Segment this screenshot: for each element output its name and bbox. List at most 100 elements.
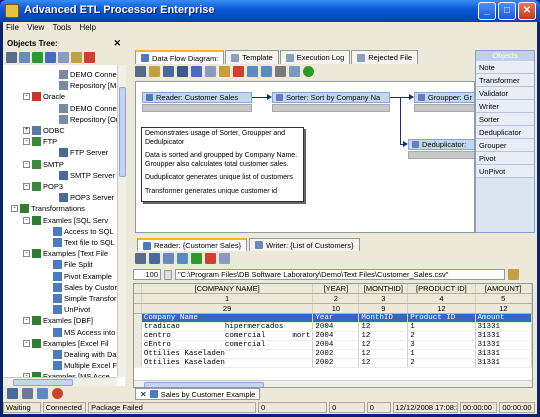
run-icon[interactable] [303, 66, 314, 77]
grid-horizontal-scrollbar[interactable] [134, 380, 532, 387]
table-row[interactable]: cEntro comercial 2004 12 3 31331 [134, 340, 532, 350]
table-row[interactable]: centro comercial mort 2004 12 2 31331 [134, 331, 532, 341]
close-button[interactable]: ✕ [518, 2, 536, 20]
table-icon[interactable] [163, 253, 174, 264]
tree-item[interactable]: - FTP [23, 136, 57, 147]
table-row[interactable]: tradicao hipermercados 2004 12 1 31331 [134, 322, 532, 332]
column-header[interactable]: [COMPANY NAME] [141, 284, 314, 294]
tree-item[interactable]: Dealing with Da [53, 349, 117, 360]
copy-icon[interactable] [58, 52, 69, 63]
palette-item-grouper[interactable]: Grouper [476, 139, 534, 152]
collapse-icon[interactable]: - [23, 138, 30, 146]
tree-item[interactable]: File Split [53, 259, 93, 270]
tree-item[interactable]: - Oracle [23, 91, 65, 102]
maximize-button[interactable]: □ [498, 2, 516, 20]
table-row[interactable]: Ottilies Kaseladen 2002 12 2 31331 [134, 358, 532, 368]
tree-item[interactable]: Access to SQL [53, 226, 114, 237]
sorter-component[interactable]: Sorter: Sort by Company Na [272, 92, 390, 122]
add-icon[interactable] [32, 52, 43, 63]
table-row[interactable]: Ottilies Kaseladen 2002 12 1 31331 [134, 349, 532, 359]
copy-icon[interactable] [205, 66, 216, 77]
tree-item[interactable]: - Transformations [11, 203, 85, 214]
tree-horizontal-scrollbar[interactable] [3, 377, 117, 386]
table-row[interactable]: Company Name Year MonthID Product ID Amo… [134, 313, 532, 323]
print-icon[interactable] [275, 66, 286, 77]
align-icon[interactable] [247, 66, 258, 77]
tab-template[interactable]: Template [225, 50, 279, 64]
refresh-icon[interactable] [7, 388, 18, 399]
tree-item[interactable]: MS Access into [53, 327, 115, 338]
collapse-icon[interactable]: - [23, 216, 30, 224]
palette-item-pivot[interactable]: Pivot [476, 152, 534, 165]
paste-icon[interactable] [219, 66, 230, 77]
delete-icon[interactable] [84, 52, 95, 63]
column-header[interactable]: [AMOUNT] [475, 284, 532, 294]
palette-item-writer[interactable]: Writer [476, 100, 534, 113]
tree-item[interactable]: DEMO Connec [59, 69, 117, 80]
connect-icon[interactable] [22, 388, 33, 399]
tree-item[interactable]: FTP Server [59, 147, 108, 158]
filter-icon[interactable] [177, 253, 188, 264]
palette-item-validator[interactable]: Validator [476, 87, 534, 100]
tab-writer-list-of-customers[interactable]: Writer: {List of Customers} [249, 238, 360, 251]
collapse-icon[interactable]: - [11, 205, 18, 213]
deduplicator-component[interactable]: Deduplicator: [408, 139, 474, 169]
distribute-icon[interactable] [261, 66, 272, 77]
menu-file[interactable]: File [3, 22, 22, 33]
open-icon[interactable] [149, 66, 160, 77]
tree-item[interactable]: Multiple Excel F [53, 360, 117, 371]
tab-data-flow-diagram[interactable]: Data Flow Diagram: [135, 50, 225, 64]
tree-item[interactable]: Repository [MS [59, 80, 117, 91]
spinner-icon[interactable] [164, 269, 172, 280]
reader-component[interactable]: Reader: Customer Sales [142, 92, 252, 122]
tab-rejected-file[interactable]: Rejected File [351, 50, 419, 64]
add-icon[interactable] [191, 253, 202, 264]
tree-vertical-scrollbar[interactable] [117, 65, 126, 377]
browse-folder-icon[interactable] [508, 269, 519, 280]
tree-item[interactable]: - Examples [Text File [23, 248, 108, 259]
tab-sales-by-customer-example[interactable]: ✕ Sales by Customer Example [135, 388, 261, 400]
diagram-note[interactable]: Demonstrates usage of Sorter, Groupper a… [141, 127, 304, 202]
properties-icon[interactable] [135, 253, 146, 264]
tree-item[interactable]: POP3 Server [59, 192, 114, 203]
delete-icon[interactable] [205, 253, 216, 264]
expand-icon[interactable]: + [23, 127, 30, 134]
folder-icon[interactable] [19, 52, 30, 63]
groupper-component[interactable]: Groupper: Gr [414, 92, 474, 122]
column-header[interactable]: [PRODUCT ID] [407, 284, 476, 294]
collapse-icon[interactable]: - [23, 183, 30, 190]
tab-execution-log[interactable]: Execution Log [279, 50, 351, 64]
minimize-button[interactable]: _ [478, 2, 496, 20]
tree-item[interactable]: - Examles [SQL Serv [23, 215, 108, 226]
tree-item[interactable]: Simple Transfor [53, 293, 117, 304]
tree-item[interactable]: - SMTP [23, 159, 64, 170]
properties-icon[interactable] [135, 66, 146, 77]
tree-item[interactable]: Text file to SQL [53, 237, 115, 248]
export-icon[interactable] [37, 388, 48, 399]
save-icon[interactable] [163, 66, 174, 77]
close-icon[interactable]: ✕ [113, 38, 121, 49]
palette-item-sorter[interactable]: Sorter [476, 113, 534, 126]
tree-item[interactable]: DEMO Connec [59, 103, 117, 114]
tree-item[interactable]: SMTP Server [59, 170, 115, 181]
cut-icon[interactable] [45, 52, 56, 63]
column-header[interactable]: [MONTHID] [358, 284, 409, 294]
delete-icon[interactable] [233, 66, 244, 77]
menu-view[interactable]: View [24, 22, 47, 33]
cut-icon[interactable] [191, 66, 202, 77]
preview-icon[interactable] [289, 66, 300, 77]
collapse-icon[interactable]: - [23, 250, 30, 258]
palette-item-note[interactable]: Note [476, 61, 534, 74]
close-icon[interactable]: ✕ [140, 390, 147, 399]
tree-item[interactable]: Repository [Ora [59, 114, 117, 125]
tree-item[interactable]: UnPivot [53, 304, 90, 315]
properties-icon[interactable] [6, 52, 17, 63]
data-grid[interactable]: [COMPANY NAME] [YEAR] [MONTHID] [PRODUCT… [133, 283, 533, 388]
collapse-icon[interactable]: - [23, 93, 30, 101]
tree-item[interactable]: + ODBC [23, 125, 65, 136]
tab-reader-customer-sales[interactable]: Reader: {Customer Sales} [137, 238, 248, 251]
data-flow-canvas[interactable]: Reader: Customer Sales Sorter: Sort by C… [135, 81, 475, 233]
tree-item[interactable]: - Examles [DBF] [23, 315, 93, 326]
collapse-icon[interactable]: - [23, 339, 30, 347]
tree-item[interactable]: - POP3 [23, 181, 63, 192]
